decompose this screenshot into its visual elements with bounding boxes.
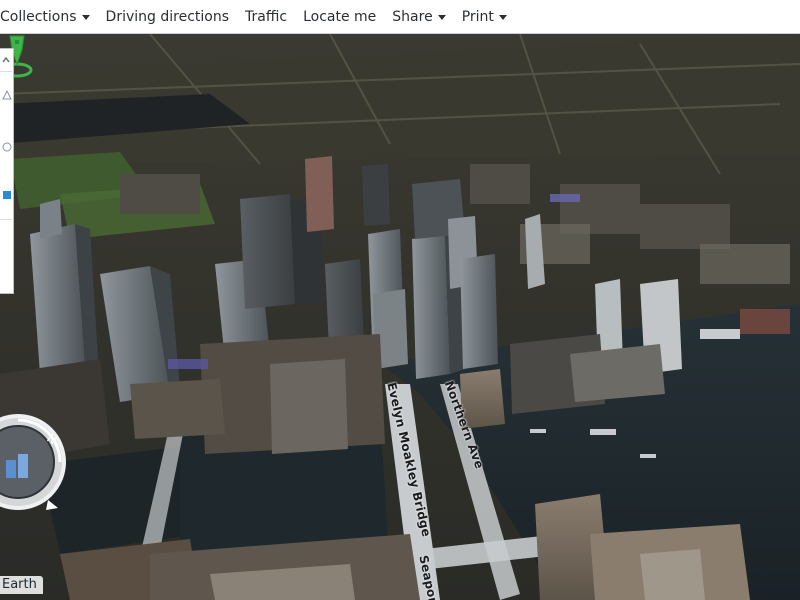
compass-rotation-control[interactable]: N [0, 410, 70, 514]
tilt-up-icon[interactable] [1, 89, 13, 101]
panel-divider [0, 71, 12, 72]
chevron-down-icon [81, 15, 90, 20]
driving-directions-link[interactable]: Driving directions [98, 0, 237, 34]
locate-me-link[interactable]: Locate me [295, 0, 384, 34]
driving-directions-label: Driving directions [105, 8, 230, 25]
share-menu[interactable]: Share [384, 0, 453, 34]
earth-mode-label: Earth [0, 576, 43, 594]
locate-me-label: Locate me [303, 8, 377, 25]
rotate-arrow-icon[interactable] [46, 500, 58, 510]
collapse-chevron-icon[interactable] [1, 55, 11, 65]
traffic-link[interactable]: Traffic [237, 0, 295, 34]
navigation-side-panel[interactable] [0, 48, 14, 294]
chevron-down-icon [437, 15, 446, 20]
collections-menu[interactable]: Collections [0, 0, 98, 34]
layer-icon[interactable] [1, 189, 13, 201]
city-aerial-view [0, 34, 800, 600]
share-label: Share [392, 8, 433, 25]
panel-divider [0, 219, 12, 220]
collections-label: Collections [0, 8, 77, 25]
zoom-icon[interactable] [1, 141, 13, 153]
chevron-down-icon [498, 15, 507, 20]
print-menu[interactable]: Print [454, 0, 515, 34]
print-label: Print [461, 8, 494, 25]
traffic-label: Traffic [245, 8, 288, 25]
map-canvas-3d[interactable]: Evelyn Moakley Bridge Northern Ave Seapo… [0, 34, 800, 600]
map-toolbar: Collections Driving directions Traffic L… [0, 0, 800, 34]
